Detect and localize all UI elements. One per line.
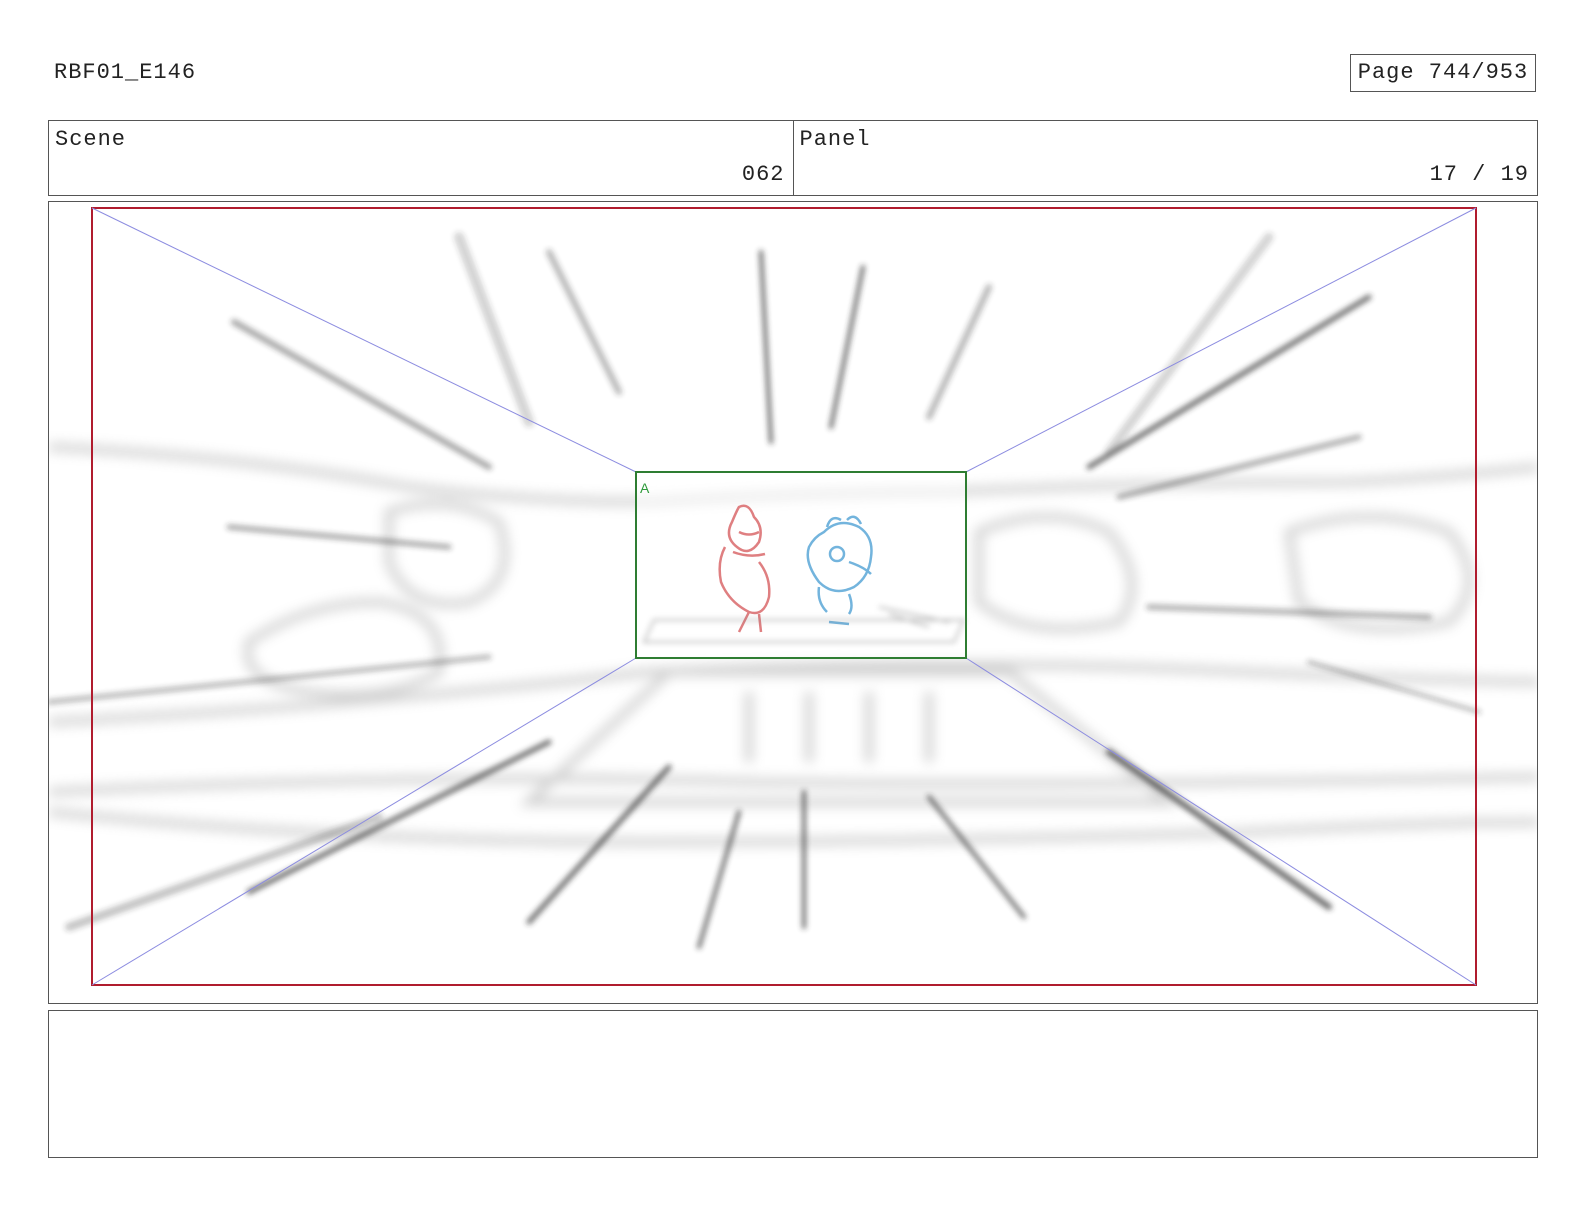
- page-indicator: Page 744/953: [1350, 54, 1536, 92]
- scene-label: Scene: [55, 127, 127, 152]
- panel-label: Panel: [799, 127, 871, 152]
- scene-panel-info: Scene 062 Panel 17 / 19: [48, 120, 1538, 196]
- storyboard-panel: A: [48, 201, 1538, 1004]
- scene-number: 062: [741, 162, 785, 187]
- panel-drawing: A: [49, 207, 1537, 986]
- zoom-target-frame: [635, 471, 967, 659]
- panel-notes: [48, 1010, 1538, 1158]
- layer-label: A: [640, 480, 650, 496]
- production-id: RBF01_E146: [54, 60, 197, 85]
- panel-cell: Panel 17 / 19: [792, 121, 1538, 195]
- panel-number: 17 / 19: [1429, 162, 1529, 187]
- scene-cell: Scene 062: [49, 121, 793, 195]
